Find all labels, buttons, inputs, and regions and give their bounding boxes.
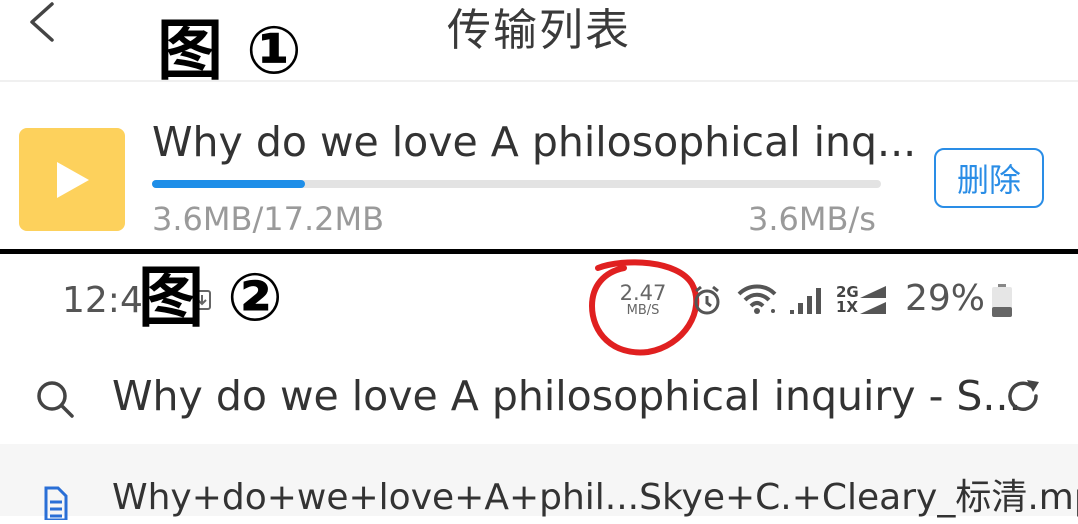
search-query[interactable]: Why do we love A philosophical inquiry -… (112, 372, 1022, 420)
wifi-icon (737, 283, 777, 319)
network-type: 2G 1X (836, 285, 859, 315)
battery-percentage: 29% (905, 278, 986, 319)
figure-label-2: 图 ② (138, 259, 283, 336)
header-divider (0, 80, 1078, 82)
transfer-size: 3.6MB/17.2MB (152, 200, 385, 238)
refresh-icon[interactable] (1003, 376, 1043, 420)
battery-icon (991, 284, 1013, 318)
delete-button[interactable]: 删除 (934, 148, 1044, 208)
transfer-file-name[interactable]: Why do we love A philosophical inq... (152, 118, 916, 166)
status-time: 12:4 (62, 280, 143, 321)
video-thumbnail[interactable] (19, 128, 125, 231)
result-file-name[interactable]: Why+do+we+love+A+phil...Skye+C.+Cleary_标… (112, 468, 1078, 520)
panel-divider (0, 249, 1078, 254)
annotation-circle (584, 258, 708, 366)
signal-strength-icon (790, 284, 826, 318)
document-icon (38, 486, 70, 524)
progress-bar-fill (152, 180, 305, 188)
network-type-bottom: 1X (836, 298, 859, 316)
transfer-speed: 3.6MB/s (748, 200, 876, 238)
signal-strength-icon-2 (860, 284, 888, 318)
search-icon[interactable] (35, 379, 75, 423)
progress-bar (152, 180, 881, 188)
alarm-icon (692, 285, 722, 321)
figure-label-1: 图 ① (157, 12, 302, 89)
transfer-list-panel: 传输列表 图 ① Why do we love A philosophical … (0, 0, 1078, 250)
play-icon (57, 162, 89, 198)
